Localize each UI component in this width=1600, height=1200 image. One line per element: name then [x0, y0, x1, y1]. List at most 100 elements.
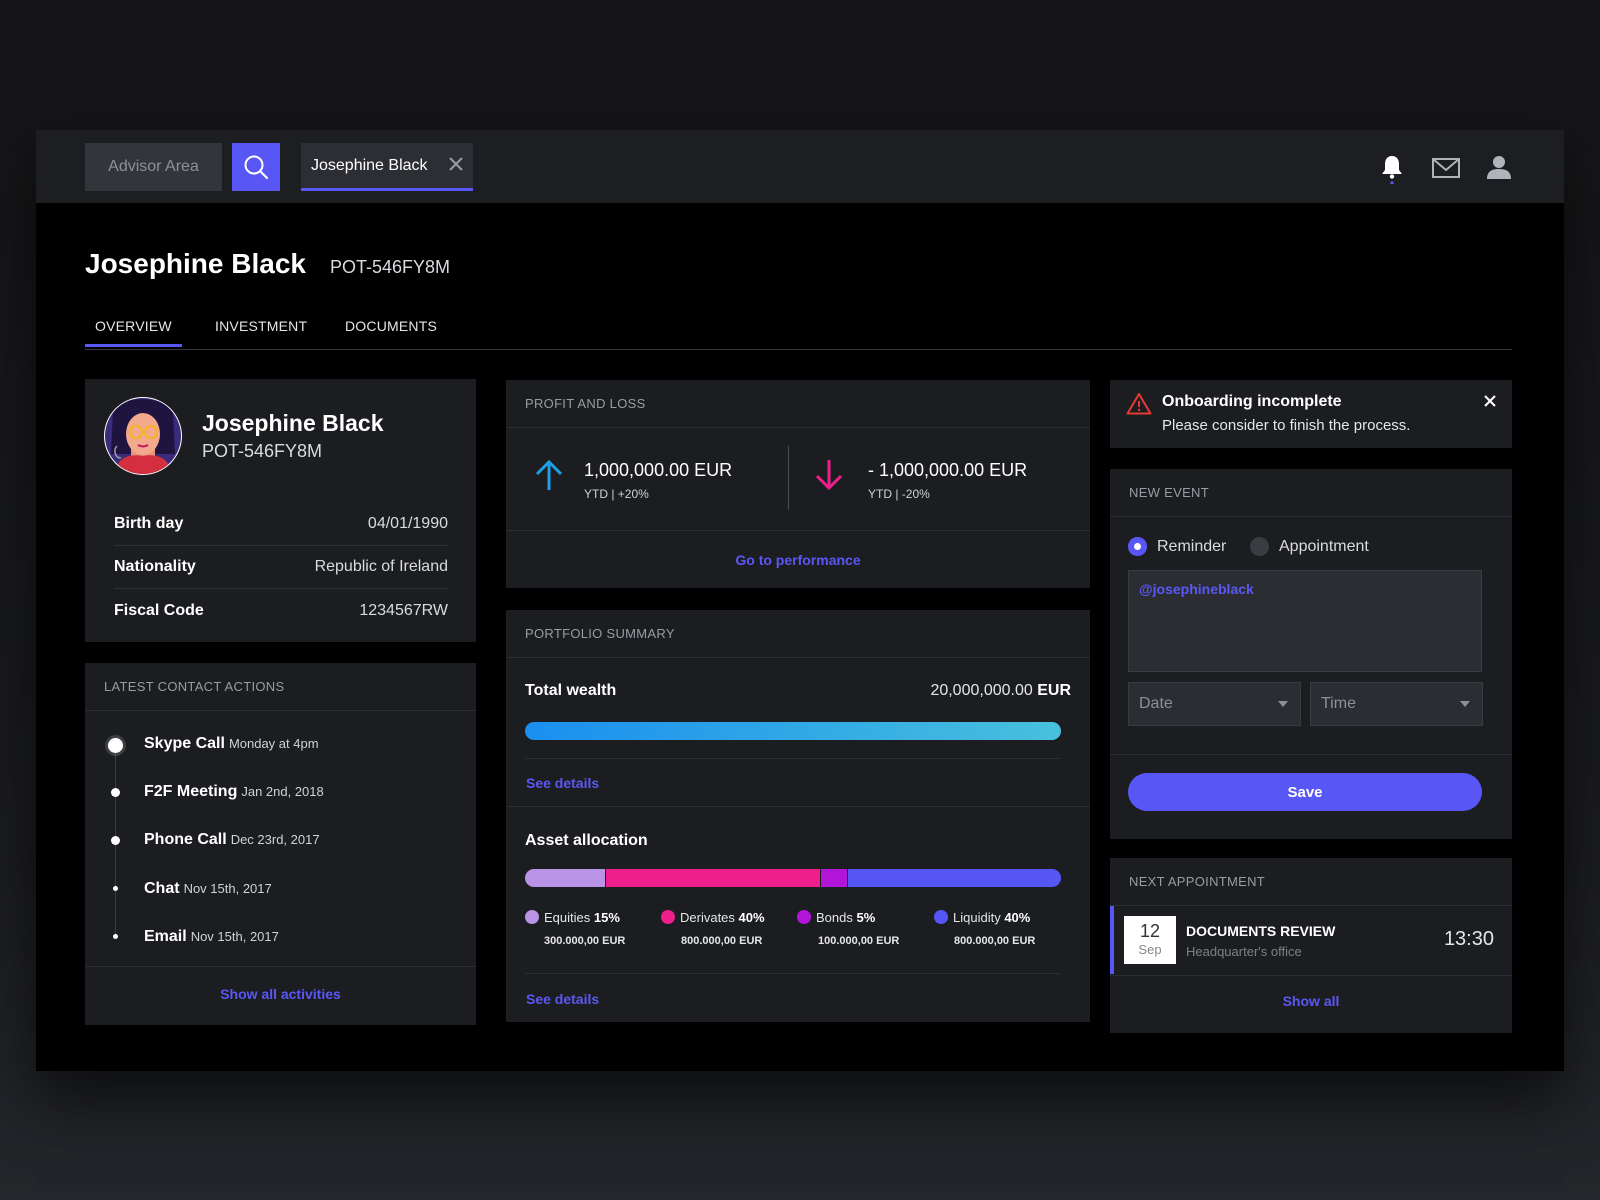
profile-code: POT-546FY8M [202, 441, 323, 461]
loss-ytd: YTD | -20% [868, 487, 930, 501]
advisor-area-button[interactable]: Advisor Area [85, 143, 222, 191]
field-value: 1234567RW [359, 601, 448, 619]
total-wealth-value: 20,000,000.00 EUR [930, 682, 1071, 699]
see-details-link[interactable]: See details [526, 991, 599, 1007]
total-wealth-label: Total wealth [525, 682, 617, 699]
fiscal-code-row: Fiscal Code 1234567RW [114, 589, 448, 632]
avatar-illustration [104, 397, 182, 475]
allocation-segment-bonds [819, 869, 847, 887]
radio-checked-icon [1128, 537, 1147, 556]
legend-derivates: Derivates 40% [661, 910, 765, 925]
onboarding-alert: Onboarding incomplete Please consider to… [1110, 380, 1512, 448]
alert-title: Onboarding incomplete [1162, 393, 1342, 410]
appointment-item[interactable]: 12 Sep DOCUMENTS REVIEW Headquarter's of… [1110, 906, 1512, 974]
card-title: NEXT APPOINTMENT [1110, 858, 1512, 906]
allocation-segment-equities [525, 869, 606, 887]
asset-allocation-label: Asset allocation [525, 832, 648, 849]
contact-item[interactable]: Chat Nov 15th, 2017 [144, 880, 272, 898]
date-select[interactable]: Date [1128, 682, 1301, 726]
allocation-segment-derivates [605, 869, 820, 887]
field-value: Republic of Ireland [314, 558, 448, 575]
client-code: POT-546FY8M [330, 257, 451, 277]
divider [85, 966, 476, 967]
appointment-radio[interactable]: Appointment [1250, 537, 1369, 556]
warning-icon [1126, 393, 1152, 415]
allocation-segment-liquidity [846, 869, 1061, 887]
date-badge: 12 Sep [1124, 916, 1176, 964]
field-label: Fiscal Code [114, 601, 204, 619]
appointment-time: 13:30 [1443, 928, 1494, 950]
birthday-row: Birth day 04/01/1990 [114, 503, 448, 546]
arrow-down-icon [815, 460, 843, 491]
portfolio-summary-card: PORTFOLIO SUMMARY Total wealth 20,000,00… [506, 610, 1090, 1022]
search-button[interactable] [232, 143, 280, 191]
radio-unchecked-icon [1250, 537, 1269, 556]
total-wealth-bar [525, 722, 1061, 740]
app-window: Advisor Area Josephine Black Josephine B… [36, 130, 1564, 1071]
tab-overview[interactable]: OVERVIEW [85, 318, 182, 347]
client-tab[interactable]: Josephine Black [301, 143, 473, 191]
card-title: NEW EVENT [1110, 469, 1512, 517]
appointment-location: Headquarter's office [1186, 944, 1302, 959]
new-event-card: NEW EVENT Reminder Appointment @josephin… [1110, 469, 1512, 839]
legend-dot [934, 910, 948, 924]
card-title: PROFIT AND LOSS [506, 380, 1090, 428]
gain-ytd: YTD | +20% [584, 487, 649, 501]
divider [525, 758, 1061, 759]
legend-bonds: Bonds 5% [797, 910, 875, 925]
divider [525, 973, 1061, 974]
tab-bar: OVERVIEW INVESTMENT DOCUMENTS [85, 310, 1512, 350]
contact-item[interactable]: Skype Call Monday at 4pm [144, 735, 319, 753]
user-icon [1487, 156, 1511, 179]
notifications-button[interactable] [1380, 154, 1404, 189]
event-note-input[interactable]: @josephineblack [1128, 570, 1482, 672]
tab-investment[interactable]: INVESTMENT [215, 318, 307, 334]
derivates-amount: 800.000,00 EUR [681, 935, 763, 947]
appointment-title: DOCUMENTS REVIEW [1186, 923, 1336, 939]
close-icon[interactable] [447, 155, 465, 173]
next-appointment-card: NEXT APPOINTMENT 12 Sep DOCUMENTS REVIEW… [1110, 858, 1512, 1033]
tab-documents[interactable]: DOCUMENTS [345, 318, 437, 334]
date-day: 12 [1139, 921, 1161, 941]
see-details-link[interactable]: See details [526, 775, 599, 791]
contact-item[interactable]: Phone Call Dec 23rd, 2017 [144, 831, 320, 849]
mail-icon [1432, 158, 1460, 178]
top-bar: Advisor Area Josephine Black [36, 130, 1564, 203]
nationality-row: Nationality Republic of Ireland [114, 546, 448, 589]
radio-label: Appointment [1279, 537, 1369, 555]
divider [506, 530, 1090, 531]
profit-loss-card: PROFIT AND LOSS 1,000,000.00 EUR YTD | +… [506, 380, 1090, 588]
contact-item[interactable]: F2F Meeting Jan 2nd, 2018 [144, 783, 324, 801]
profile-card: Josephine Black POT-546FY8M Birth day 04… [85, 379, 476, 642]
avatar [103, 396, 183, 476]
contact-item[interactable]: Email Nov 15th, 2017 [144, 928, 279, 946]
profile-name: Josephine Black [202, 410, 384, 436]
legend-equities: Equities 15% [525, 910, 620, 925]
radio-label: Reminder [1157, 537, 1227, 555]
reminder-radio[interactable]: Reminder [1128, 537, 1226, 556]
go-to-performance-link[interactable]: Go to performance [506, 552, 1090, 568]
page-title: Josephine Black [85, 248, 306, 279]
field-value: 04/01/1990 [367, 515, 448, 532]
save-button[interactable]: Save [1128, 773, 1482, 811]
messages-button[interactable] [1432, 158, 1460, 183]
search-icon [244, 155, 269, 180]
user-profile-button[interactable] [1486, 155, 1512, 184]
time-select[interactable]: Time [1310, 682, 1483, 726]
liquidity-amount: 800.000,00 EUR [954, 935, 1036, 947]
show-all-appointments-link[interactable]: Show all [1110, 993, 1512, 1009]
close-icon[interactable] [1484, 395, 1496, 407]
card-title: LATEST CONTACT ACTIONS [85, 663, 476, 711]
timeline-dot [113, 934, 118, 939]
arrow-up-icon [535, 459, 563, 490]
bonds-amount: 100.000,00 EUR [818, 935, 900, 947]
chevron-down-icon [1460, 701, 1470, 707]
alert-message: Please consider to finish the process. [1162, 417, 1411, 434]
show-all-activities-link[interactable]: Show all activities [85, 986, 476, 1002]
divider [1110, 754, 1512, 755]
chevron-down-icon [1278, 701, 1288, 707]
legend-dot [525, 910, 539, 924]
client-tab-label: Josephine Black [311, 156, 428, 174]
card-title: PORTFOLIO SUMMARY [506, 610, 1090, 658]
gain-value: 1,000,000.00 EUR [584, 460, 733, 480]
